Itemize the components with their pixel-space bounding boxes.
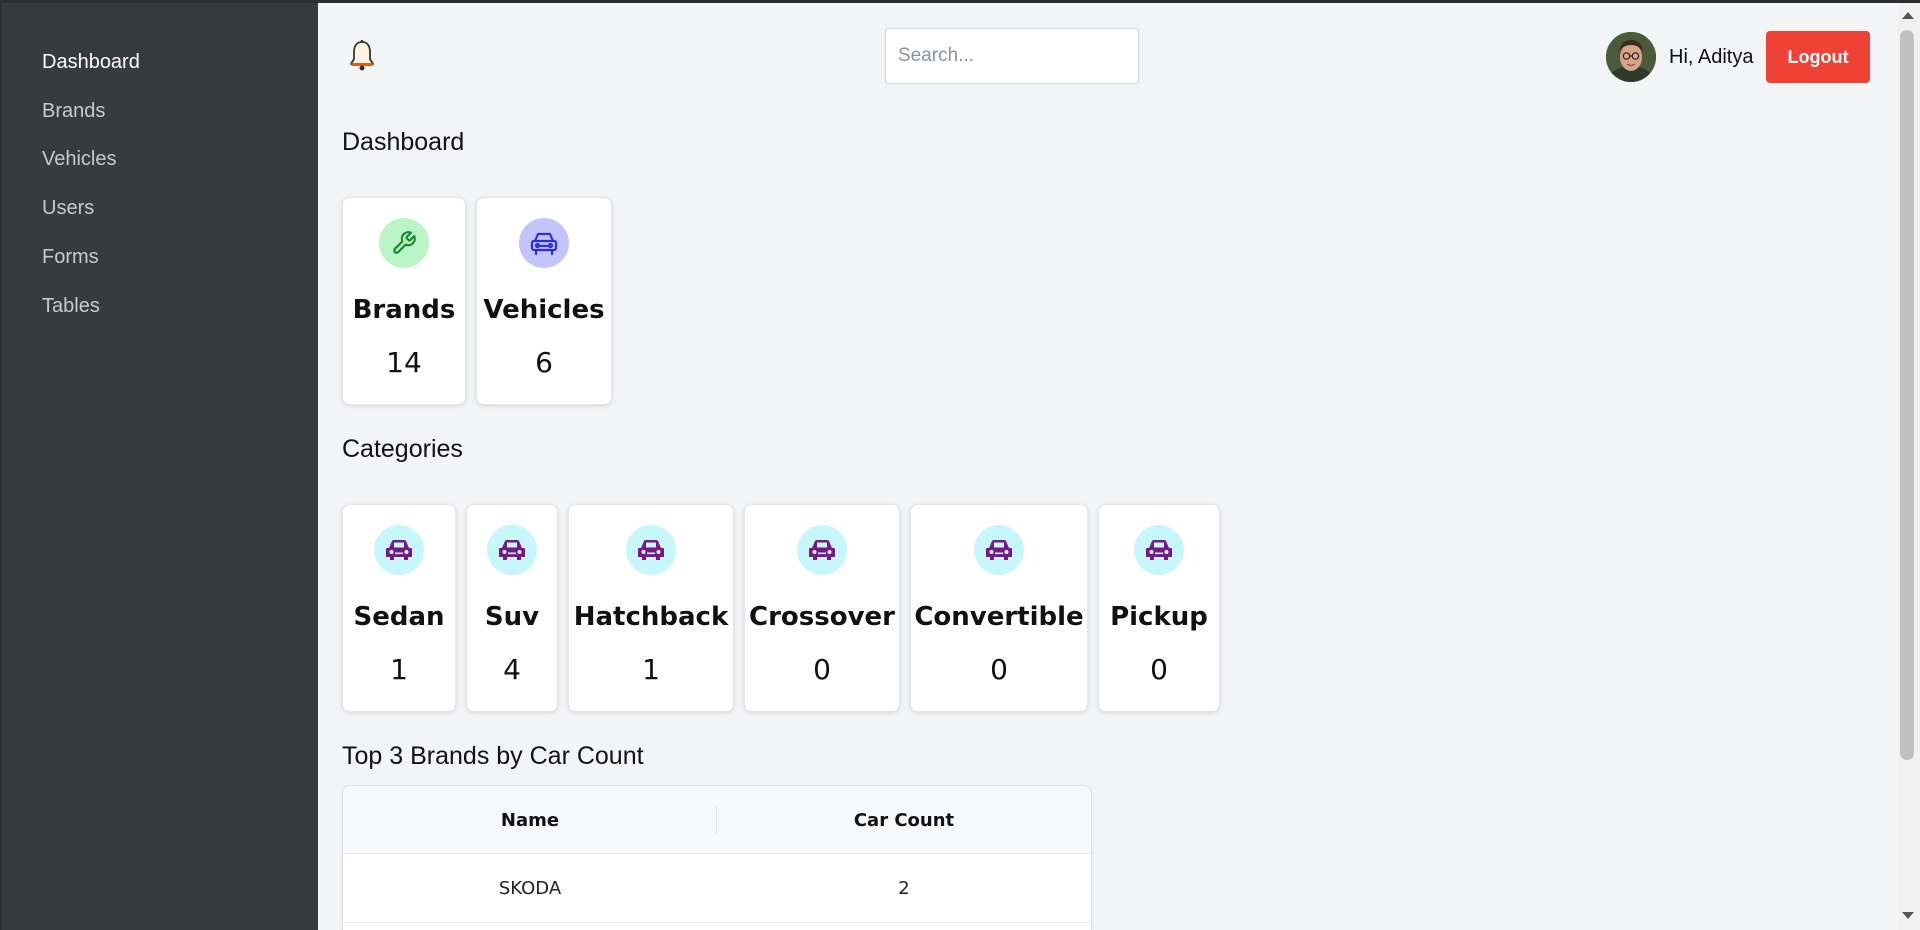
category-count: 0 [813,653,831,686]
stat-label: Brands [352,295,456,325]
table-header: Name Car Count [343,786,1091,854]
category-count: 1 [642,653,660,686]
cell-brand-name: SKODA [498,878,562,899]
sidebar-item-users[interactable]: Users [42,196,94,220]
sidebar-item-vehicles[interactable]: Vehicles [42,147,117,171]
sidebar-item-brands[interactable]: Brands [42,99,105,123]
car-icon [1134,525,1184,575]
stat-count: 14 [386,346,422,379]
car-icon [797,525,847,575]
page-title: Dashboard [342,128,465,156]
car-icon [374,525,424,575]
window-frame-left [0,0,2,930]
sidebar-item-forms[interactable]: Forms [42,245,99,269]
scrollbar-thumb[interactable] [1900,30,1914,760]
category-card-convertible[interactable]: Convertible 0 [910,504,1088,712]
main-content: Hi, Aditya Logout Dashboard Brands 14 [318,3,1898,930]
scroll-up-arrow-icon[interactable] [1902,12,1914,19]
category-card-sedan[interactable]: Sedan 1 [342,504,456,712]
sidebar-item-tables[interactable]: Tables [42,294,100,318]
category-label: Convertible [914,602,1084,632]
stat-card-vehicles[interactable]: Vehicles 6 [476,197,612,405]
category-label: Crossover [749,602,895,632]
sidebar: Dashboard Brands Vehicles Users Forms Ta… [0,0,318,930]
search-input[interactable] [885,28,1139,84]
avatar[interactable] [1606,32,1656,82]
category-label: Pickup [1110,602,1208,632]
category-count: 0 [990,653,1008,686]
car-icon [519,218,569,268]
scroll-down-arrow-icon[interactable] [1902,912,1914,919]
category-count: 0 [1150,653,1168,686]
logout-button[interactable]: Logout [1766,31,1870,83]
top-brands-title: Top 3 Brands by Car Count [342,742,644,770]
category-count: 4 [503,653,521,686]
category-card-crossover[interactable]: Crossover 0 [744,504,900,712]
stat-count: 6 [535,346,553,379]
category-label: Suv [484,602,540,632]
column-header-name[interactable]: Name [343,810,717,831]
car-icon [626,525,676,575]
column-header-car-count[interactable]: Car Count [717,810,1091,831]
row-divider [343,922,1091,923]
category-count: 1 [390,653,408,686]
car-icon [487,525,537,575]
app-window: Dashboard Brands Vehicles Users Forms Ta… [0,0,1920,930]
category-card-hatchback[interactable]: Hatchback 1 [568,504,734,712]
category-card-pickup[interactable]: Pickup 0 [1098,504,1220,712]
bell-icon[interactable] [348,39,376,71]
category-label: Hatchback [573,602,729,632]
category-label: Sedan [353,602,445,632]
category-card-suv[interactable]: Suv 4 [466,504,558,712]
top-brands-table: Name Car Count SKODA 2 [342,785,1092,930]
user-greeting: Hi, Aditya [1669,46,1754,68]
stat-label: Vehicles [483,295,605,325]
car-icon [974,525,1024,575]
stat-card-brands[interactable]: Brands 14 [342,197,466,405]
categories-title: Categories [342,435,463,463]
wrench-icon [379,218,429,268]
cell-car-count: 2 [898,878,910,899]
sidebar-item-dashboard[interactable]: Dashboard [42,50,140,74]
